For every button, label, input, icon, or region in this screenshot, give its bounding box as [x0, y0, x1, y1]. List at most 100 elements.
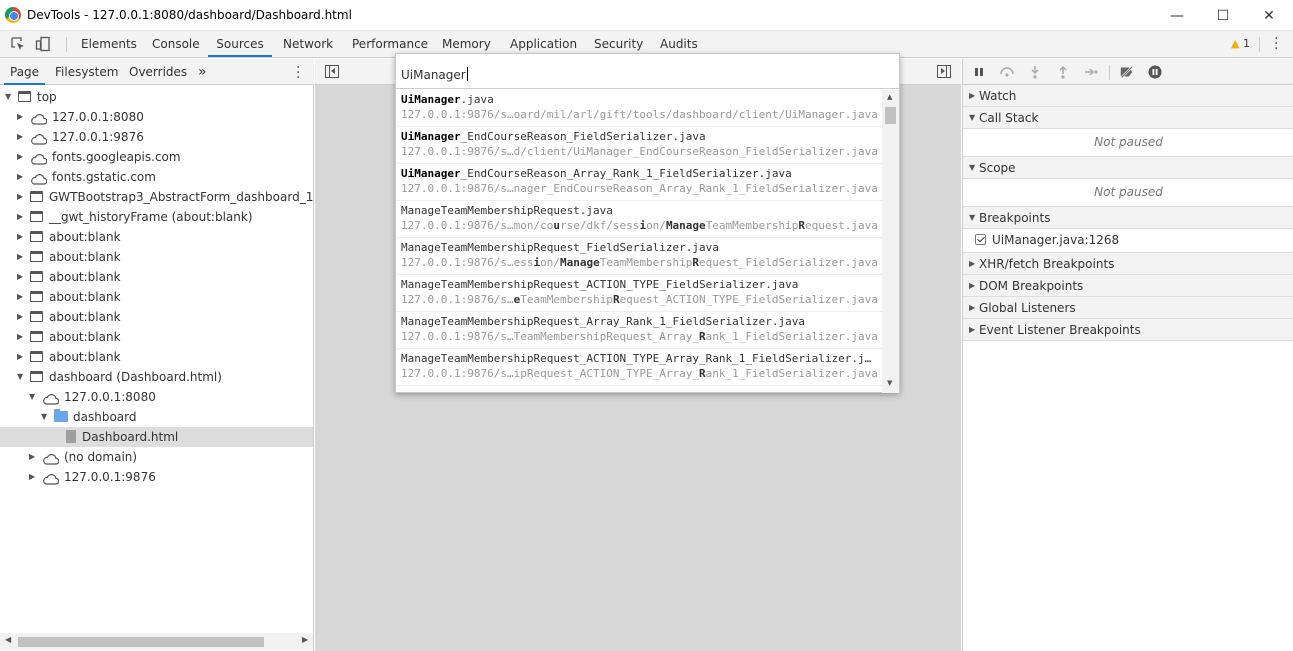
tab-overrides[interactable]: Overrides — [129, 59, 187, 85]
maximize-button[interactable]: ☐ — [1200, 0, 1246, 31]
tree-item[interactable]: ▼ dashboard — [0, 407, 313, 427]
tree-item[interactable]: ▶ about:blank — [0, 327, 313, 347]
expand-arrow-icon[interactable]: ▶ — [17, 207, 23, 227]
scroll-left-icon[interactable]: ◀ — [5, 635, 11, 644]
customize-menu-icon[interactable]: · · · — [1274, 32, 1278, 56]
navigator-horizontal-scrollbar[interactable]: ◀ ▶ — [0, 633, 313, 650]
expand-arrow-icon[interactable]: ▶ — [17, 327, 23, 347]
tab-network[interactable]: Network — [283, 31, 333, 57]
quick-open-scrollbar[interactable]: ▲ ▼ — [882, 90, 899, 393]
tree-item[interactable]: ▶ 127.0.0.1:8080 — [0, 107, 313, 127]
warning-icon: ▲ — [1231, 37, 1240, 50]
toggle-debugger-icon[interactable] — [937, 65, 951, 78]
collapse-arrow-icon[interactable]: ▼ — [17, 367, 23, 387]
quick-open-result[interactable]: ManageTeamMembershipRequest.java 127.0.0.… — [396, 201, 882, 238]
collapse-arrow-icon[interactable]: ▼ — [5, 87, 11, 107]
quick-open-result[interactable]: UiManager_EndCourseReason_FieldSerialize… — [396, 127, 882, 164]
tree-item[interactable]: ▶ about:blank — [0, 287, 313, 307]
tree-item[interactable]: ▶ fonts.googleapis.com — [0, 147, 313, 167]
quick-open-result[interactable]: ManageTeamMembershipRequest_ACTION_TYPE_… — [396, 275, 882, 312]
tree-item[interactable]: ▶ (no domain) — [0, 447, 313, 467]
inspect-element-icon[interactable] — [10, 36, 26, 52]
expand-arrow-icon[interactable]: ▶ — [17, 307, 23, 327]
step-icon[interactable] — [1083, 64, 1099, 80]
scope-pane-header[interactable]: ▼ Scope — [963, 157, 1293, 179]
expand-arrow-icon[interactable]: ▶ — [17, 167, 23, 187]
breakpoints-pane-header[interactable]: ▼ Breakpoints — [963, 207, 1293, 229]
watch-pane-header[interactable]: ▶ Watch — [963, 85, 1293, 107]
expand-arrow-icon[interactable]: ▶ — [29, 447, 35, 467]
expand-arrow-icon[interactable]: ▶ — [17, 107, 23, 127]
warnings-counter[interactable]: ▲ 1 — [1231, 37, 1250, 50]
tree-item[interactable]: ▶ 127.0.0.1:9876 — [0, 467, 313, 487]
tree-item[interactable]: ▶ about:blank — [0, 247, 313, 267]
dom-breakpoints-pane-header[interactable]: ▶ DOM Breakpoints — [963, 275, 1293, 297]
tree-item[interactable]: ▼ dashboard (Dashboard.html) — [0, 367, 313, 387]
tree-item-label: about:blank — [49, 230, 121, 244]
tree-item[interactable]: ▶ about:blank — [0, 267, 313, 287]
quick-open-result[interactable]: ManageTeamMembershipRequest_FieldSeriali… — [396, 238, 882, 275]
result-filename: UiManager_EndCourseReason_Array_Rank_1_F… — [401, 167, 792, 180]
quick-open-result[interactable]: UiManager.java 127.0.0.1:9876/s…oard/mil/… — [396, 90, 882, 127]
scrollbar-thumb[interactable] — [18, 637, 264, 647]
quick-open-result[interactable]: ManageTeamMembershipRequest_Array_Rank_1… — [396, 312, 882, 349]
tree-item[interactable]: ▶ about:blank — [0, 227, 313, 247]
expand-arrow-icon[interactable]: ▶ — [29, 467, 35, 487]
navigator-sidebar: Page Filesystem Overrides » · · · ▼ top ▶ 127… — [0, 59, 314, 651]
tree-item[interactable]: ▼ 127.0.0.1:8080 — [0, 387, 313, 407]
minimize-button[interactable]: — — [1154, 0, 1200, 31]
expand-arrow-icon[interactable]: ▶ — [17, 287, 23, 307]
deactivate-breakpoints-icon[interactable] — [1119, 64, 1135, 80]
tree-item[interactable]: ▼ top — [0, 87, 313, 107]
step-out-icon[interactable] — [1055, 64, 1071, 80]
tree-item[interactable]: ▶ about:blank — [0, 307, 313, 327]
tree-item[interactable]: ▶ about:blank — [0, 347, 313, 367]
collapse-arrow-icon[interactable]: ▼ — [29, 387, 35, 407]
step-into-icon[interactable] — [1027, 64, 1043, 80]
scroll-right-icon[interactable]: ▶ — [302, 635, 308, 644]
tab-page[interactable]: Page — [4, 59, 46, 85]
result-filename: UiManager.java — [401, 93, 494, 106]
pause-icon[interactable] — [971, 64, 987, 80]
expand-arrow-icon[interactable]: ▶ — [17, 267, 23, 287]
step-over-icon[interactable] — [999, 64, 1015, 80]
tree-item[interactable]: ▶ __gwt_historyFrame (about:blank) — [0, 207, 313, 227]
breakpoint-checkbox[interactable] — [975, 234, 986, 245]
tab-sources[interactable]: Sources — [208, 31, 272, 57]
call-stack-pane-header[interactable]: ▼ Call Stack — [963, 107, 1293, 129]
expand-arrow-icon[interactable]: ▶ — [17, 347, 23, 367]
quick-open-result[interactable]: UiManager_EndCourseReason_Array_Rank_1_F… — [396, 164, 882, 201]
more-tabs-icon[interactable]: » — [198, 59, 207, 85]
tree-item-label: 127.0.0.1:9876 — [52, 130, 144, 144]
tree-item[interactable]: ▶ fonts.gstatic.com — [0, 167, 313, 187]
expand-arrow-icon[interactable]: ▶ — [17, 127, 23, 147]
tree-item[interactable]: Dashboard.html — [0, 427, 313, 447]
global-listeners-pane-header[interactable]: ▶ Global Listeners — [963, 297, 1293, 319]
pause-on-exceptions-icon[interactable] — [1147, 64, 1163, 80]
call-stack-status: Not paused — [1094, 135, 1163, 149]
scrollbar-thumb[interactable] — [885, 107, 896, 124]
quick-open-result-partial[interactable] — [396, 386, 882, 393]
breakpoint-item[interactable]: UiManager.java:1268 — [975, 233, 1119, 247]
frame-icon — [30, 331, 43, 342]
expand-arrow-icon[interactable]: ▶ — [17, 227, 23, 247]
event-listener-breakpoints-pane-header[interactable]: ▶ Event Listener Breakpoints — [963, 319, 1293, 341]
tree-item[interactable]: ▶ 127.0.0.1:9876 — [0, 127, 313, 147]
tab-filesystem[interactable]: Filesystem — [55, 59, 118, 85]
expand-arrow-icon[interactable]: ▶ — [17, 187, 23, 207]
navigator-menu-icon[interactable]: · · · — [296, 61, 300, 85]
close-button[interactable]: ✕ — [1246, 0, 1292, 31]
quick-open-input[interactable]: UiManager — [396, 54, 899, 89]
xhr-breakpoints-pane-header[interactable]: ▶ XHR/fetch Breakpoints — [963, 253, 1293, 275]
collapse-arrow-icon[interactable]: ▼ — [41, 407, 47, 427]
tree-item[interactable]: ▶ GWTBootstrap3_AbstractForm_dashboard_1 … — [0, 187, 313, 207]
quick-open-result[interactable]: ManageTeamMembershipRequest_ACTION_TYPE_… — [396, 349, 882, 386]
scroll-up-icon[interactable]: ▲ — [887, 93, 892, 101]
tab-console[interactable]: Console — [152, 31, 200, 57]
expand-arrow-icon[interactable]: ▶ — [17, 147, 23, 167]
device-toolbar-icon[interactable] — [35, 36, 51, 52]
expand-arrow-icon[interactable]: ▶ — [17, 247, 23, 267]
toggle-navigator-icon[interactable] — [325, 65, 339, 78]
tab-elements[interactable]: Elements — [81, 31, 137, 57]
scroll-down-icon[interactable]: ▼ — [887, 379, 892, 387]
